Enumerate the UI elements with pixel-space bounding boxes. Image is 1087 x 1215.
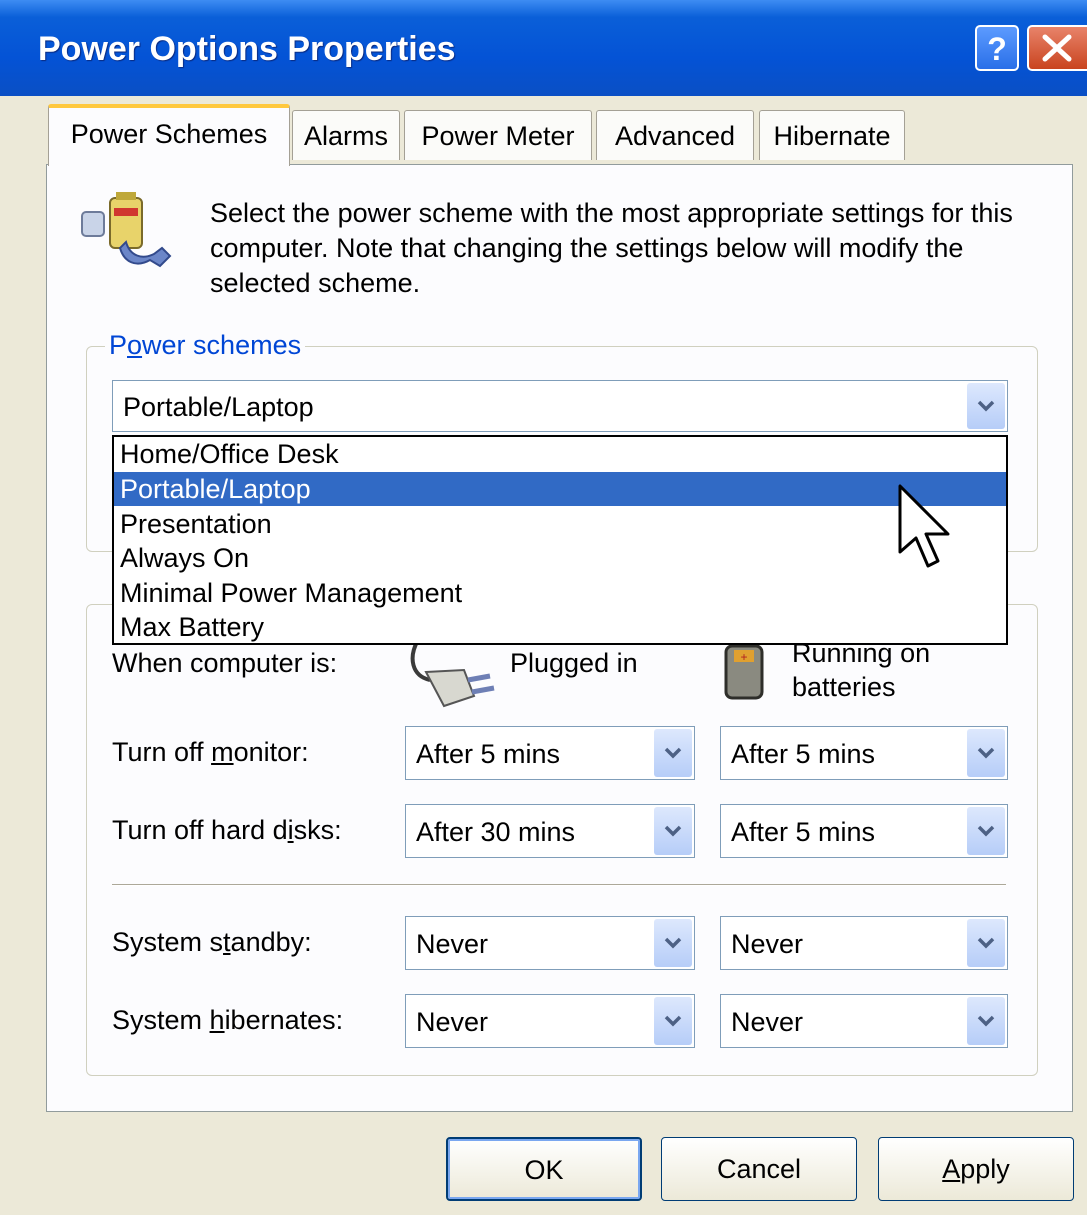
label-part: System s bbox=[112, 927, 224, 957]
standby-battery-select[interactable]: Never bbox=[720, 916, 1008, 970]
standby-plugged-value: Never bbox=[416, 929, 489, 959]
standby-battery-value: Never bbox=[731, 929, 804, 959]
settings-separator bbox=[112, 884, 1006, 886]
chevron-down-icon bbox=[977, 1015, 995, 1027]
chevron-down-icon bbox=[664, 937, 682, 949]
label-part: Turn off hard d bbox=[112, 815, 288, 845]
power-scheme-dropdown-button[interactable] bbox=[967, 383, 1005, 429]
monitor-battery-value: After 5 mins bbox=[731, 739, 876, 769]
title-bar[interactable]: Power Options Properties ? bbox=[0, 0, 1087, 96]
system-hibernates-label: System hibernates: bbox=[112, 1005, 343, 1036]
scheme-option-portable-laptop[interactable]: Portable/Laptop bbox=[114, 472, 1006, 506]
power-scheme-dropdown-list[interactable]: Home/Office Desk Portable/Laptop Present… bbox=[112, 435, 1008, 645]
hibernates-plugged-value: Never bbox=[416, 1007, 489, 1037]
label-part: onitor: bbox=[233, 737, 309, 767]
hard-disks-battery-select[interactable]: After 5 mins bbox=[720, 804, 1008, 858]
tab-power-meter[interactable]: Power Meter bbox=[404, 110, 592, 160]
monitor-battery-dropdown-button[interactable] bbox=[967, 729, 1005, 777]
apply-button[interactable]: Apply bbox=[878, 1137, 1074, 1201]
hard-disks-plugged-select[interactable]: After 30 mins bbox=[405, 804, 695, 858]
label-accelerator: h bbox=[209, 1005, 225, 1035]
cancel-button[interactable]: Cancel bbox=[661, 1137, 857, 1201]
scheme-option-always-on[interactable]: Always On bbox=[114, 541, 1006, 575]
label-accelerator: m bbox=[211, 737, 234, 767]
turn-off-hard-disks-label: Turn off hard disks: bbox=[112, 815, 342, 846]
close-button[interactable] bbox=[1027, 25, 1087, 71]
power-scheme-icon bbox=[81, 192, 172, 268]
hibernates-plugged-select[interactable]: Never bbox=[405, 994, 695, 1048]
label-part: System bbox=[112, 1005, 210, 1035]
help-button[interactable]: ? bbox=[975, 25, 1019, 71]
label-part: Turn off bbox=[112, 737, 212, 767]
question-mark-icon: ? bbox=[987, 31, 1007, 67]
hibernates-battery-value: Never bbox=[731, 1007, 804, 1037]
monitor-battery-select[interactable]: After 5 mins bbox=[720, 726, 1008, 780]
power-scheme-selected-value: Portable/Laptop bbox=[123, 392, 314, 422]
hibernates-battery-select[interactable]: Never bbox=[720, 994, 1008, 1048]
turn-off-monitor-label: Turn off monitor: bbox=[112, 737, 309, 768]
when-computer-is-label: When computer is: bbox=[112, 648, 338, 678]
hibernates-plugged-dropdown-button[interactable] bbox=[654, 997, 692, 1045]
svg-text:+: + bbox=[740, 650, 747, 664]
label-accelerator: t bbox=[223, 927, 231, 957]
power-schemes-group-label: Power schemes bbox=[105, 330, 306, 361]
plug-icon bbox=[410, 640, 495, 708]
running-on-batteries-line2: batteries bbox=[792, 672, 896, 702]
hard-disks-battery-dropdown-button[interactable] bbox=[967, 807, 1005, 855]
hard-disks-battery-value: After 5 mins bbox=[731, 817, 876, 847]
chevron-down-icon bbox=[977, 937, 995, 949]
chevron-down-icon bbox=[977, 400, 995, 412]
system-standby-label: System standby: bbox=[112, 927, 312, 958]
scheme-option-home-office-desk[interactable]: Home/Office Desk bbox=[114, 437, 1006, 471]
scheme-option-minimal-power-management[interactable]: Minimal Power Management bbox=[114, 576, 1006, 610]
ok-button[interactable]: OK bbox=[446, 1137, 642, 1201]
power-options-window: Power Options Properties ? Power Schemes… bbox=[0, 0, 1087, 1215]
scheme-description: Select the power scheme with the most ap… bbox=[210, 198, 1013, 298]
tab-advanced[interactable]: Advanced bbox=[596, 110, 754, 160]
power-scheme-select[interactable]: Portable/Laptop bbox=[112, 380, 1008, 432]
hard-disks-plugged-value: After 30 mins bbox=[416, 817, 576, 847]
chevron-down-icon bbox=[664, 825, 682, 837]
apply-accelerator: A bbox=[942, 1154, 961, 1184]
tab-alarms[interactable]: Alarms bbox=[292, 110, 400, 160]
chevron-down-icon bbox=[664, 747, 682, 759]
standby-battery-dropdown-button[interactable] bbox=[967, 919, 1005, 967]
running-on-batteries-label: Running on batteries bbox=[792, 636, 930, 704]
chevron-down-icon bbox=[977, 747, 995, 759]
scheme-option-max-battery[interactable]: Max Battery bbox=[114, 610, 1006, 644]
label-part: andby: bbox=[230, 927, 312, 957]
monitor-plugged-value: After 5 mins bbox=[416, 739, 561, 769]
mouse-cursor-icon bbox=[898, 484, 950, 568]
hibernates-battery-dropdown-button[interactable] bbox=[967, 997, 1005, 1045]
chevron-down-icon bbox=[977, 825, 995, 837]
svg-text:?: ? bbox=[987, 31, 1007, 67]
close-x-icon bbox=[1042, 34, 1072, 62]
hard-disks-plugged-dropdown-button[interactable] bbox=[654, 807, 692, 855]
label-part: sks: bbox=[293, 815, 342, 845]
window-title: Power Options Properties bbox=[38, 30, 456, 68]
standby-plugged-select[interactable]: Never bbox=[405, 916, 695, 970]
monitor-plugged-dropdown-button[interactable] bbox=[654, 729, 692, 777]
battery-icon: + bbox=[724, 644, 764, 700]
tab-power-schemes[interactable]: Power Schemes bbox=[48, 104, 290, 166]
label-part: ibernates: bbox=[224, 1005, 344, 1035]
scheme-option-presentation[interactable]: Presentation bbox=[114, 507, 1006, 541]
standby-plugged-dropdown-button[interactable] bbox=[654, 919, 692, 967]
plugged-in-label: Plugged in bbox=[510, 648, 638, 678]
tab-hibernate[interactable]: Hibernate bbox=[759, 110, 905, 160]
chevron-down-icon bbox=[664, 1015, 682, 1027]
monitor-plugged-select[interactable]: After 5 mins bbox=[405, 726, 695, 780]
apply-label: pply bbox=[960, 1154, 1010, 1184]
